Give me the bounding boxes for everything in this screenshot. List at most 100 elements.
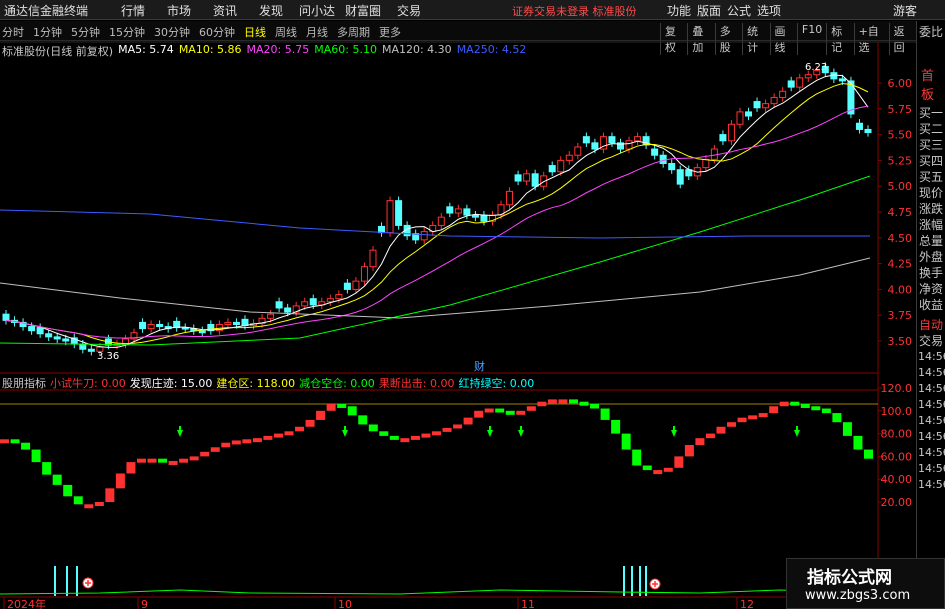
watermark-title: 指标公式网	[807, 568, 892, 588]
side-item: 换手	[919, 266, 944, 280]
side-item: 买四	[919, 154, 944, 168]
side-item: 外盘	[919, 250, 944, 264]
side-item: 买五	[919, 170, 944, 184]
candle-body	[309, 298, 317, 306]
candle-body	[557, 159, 565, 173]
indicator-bar	[705, 433, 715, 439]
indicator-tick-label: 80.00	[881, 428, 913, 441]
indicator-bar	[389, 435, 399, 440]
candle-body	[395, 200, 403, 226]
candle-body	[634, 136, 642, 142]
candle-body	[386, 200, 394, 234]
indicator-bar	[811, 406, 821, 411]
candle-body	[514, 174, 522, 182]
indicator-bar	[158, 458, 168, 463]
candle-body	[582, 136, 590, 144]
indicator-bar	[790, 401, 800, 406]
price-tick-label: 4.50	[888, 232, 913, 245]
price-tick-label: 5.00	[888, 180, 913, 193]
side-item: 现价	[919, 186, 944, 200]
price-tick-label: 5.25	[888, 154, 913, 167]
candle-body	[369, 249, 377, 268]
indicator-bar	[179, 458, 189, 463]
indicator-bar	[505, 410, 515, 415]
candle-body	[574, 146, 582, 156]
indicator-bar	[463, 417, 473, 425]
side-footer-sub[interactable]: 交易	[917, 333, 945, 349]
sell-arrow-icon	[487, 426, 493, 437]
indicator-bar	[832, 413, 842, 423]
indicator-bar	[263, 435, 273, 440]
indicator-bar	[84, 504, 94, 509]
candle-body	[454, 208, 462, 214]
candle-body	[173, 320, 181, 329]
candle-body	[736, 111, 744, 125]
candle-body	[284, 307, 292, 313]
candle-body	[139, 321, 147, 330]
candle-body	[745, 111, 753, 117]
indicator-bar	[611, 419, 621, 434]
indicator-bar	[147, 458, 157, 463]
side-header: 委比	[919, 25, 944, 39]
candle-body	[804, 74, 812, 79]
candle-body	[480, 214, 488, 222]
price-tick-label: 6.00	[888, 77, 913, 90]
side-item: 净资	[919, 282, 944, 296]
indicator-bar	[853, 435, 863, 450]
indicator-tick-label: 100.0	[881, 405, 913, 418]
candle-body	[241, 318, 249, 327]
indicator-bar	[52, 474, 62, 485]
indicator-bar	[42, 462, 52, 475]
candle-body	[2, 313, 10, 321]
side-footer-title[interactable]: 自动	[917, 317, 945, 333]
price-tick-label: 3.50	[888, 335, 913, 348]
indicator-bar	[252, 438, 262, 443]
indicator-bar	[115, 473, 125, 489]
ma60-line	[0, 175, 871, 346]
indicator-bar	[663, 467, 673, 472]
candle-body	[275, 301, 283, 309]
candle-body	[352, 280, 360, 290]
indicator-bar	[347, 406, 357, 416]
kline-chart[interactable]: 6.00 5.75 5.50 5.25 5.00 4.75 4.50 4.25 4.00 3.75…	[0, 0, 916, 609]
indicator-bar	[453, 424, 463, 429]
side-limit-label: 首板	[921, 69, 935, 103]
price-tick-label: 4.25	[888, 258, 913, 271]
candle-body	[565, 154, 573, 161]
side-item: 买三	[919, 138, 944, 152]
indicator-bar	[189, 456, 199, 461]
indicator-bar	[621, 433, 631, 450]
candle-body	[326, 298, 334, 303]
side-item: 涨幅	[919, 218, 944, 232]
side-time: 14:56	[918, 462, 945, 475]
candle-body	[420, 231, 428, 241]
candle-body	[506, 190, 514, 206]
indicator-bar	[590, 403, 600, 409]
side-time: 14:56	[918, 382, 945, 395]
side-time: 14:56	[918, 414, 945, 427]
indicator-bar	[748, 415, 758, 420]
price-tick-label: 4.75	[888, 206, 913, 219]
indicator-bar	[337, 403, 347, 408]
indicator-bar	[273, 433, 283, 438]
sell-arrow-icon	[518, 426, 524, 437]
indicator-bar	[695, 438, 705, 445]
price-tick-label: 4.00	[888, 283, 913, 296]
candle-body	[864, 128, 872, 134]
date-label: 12	[740, 598, 754, 609]
indicator-bar	[0, 439, 9, 444]
side-item: 买一	[919, 106, 944, 120]
indicator-bar	[105, 488, 115, 502]
candle-body	[651, 148, 659, 156]
indicator-bar	[73, 496, 83, 505]
candle-body	[676, 169, 684, 185]
indicator-bar	[94, 502, 104, 506]
candle-body	[719, 134, 727, 142]
watermark: 指标公式网 www.zbgs3.com	[786, 558, 945, 609]
indicator-bar	[231, 440, 241, 445]
candle-body	[45, 333, 53, 338]
indicator-bar	[432, 431, 441, 436]
indicator-tick-label: 60.00	[881, 450, 913, 463]
indicator-bar	[284, 431, 294, 436]
side-time: 14:56	[918, 446, 945, 459]
